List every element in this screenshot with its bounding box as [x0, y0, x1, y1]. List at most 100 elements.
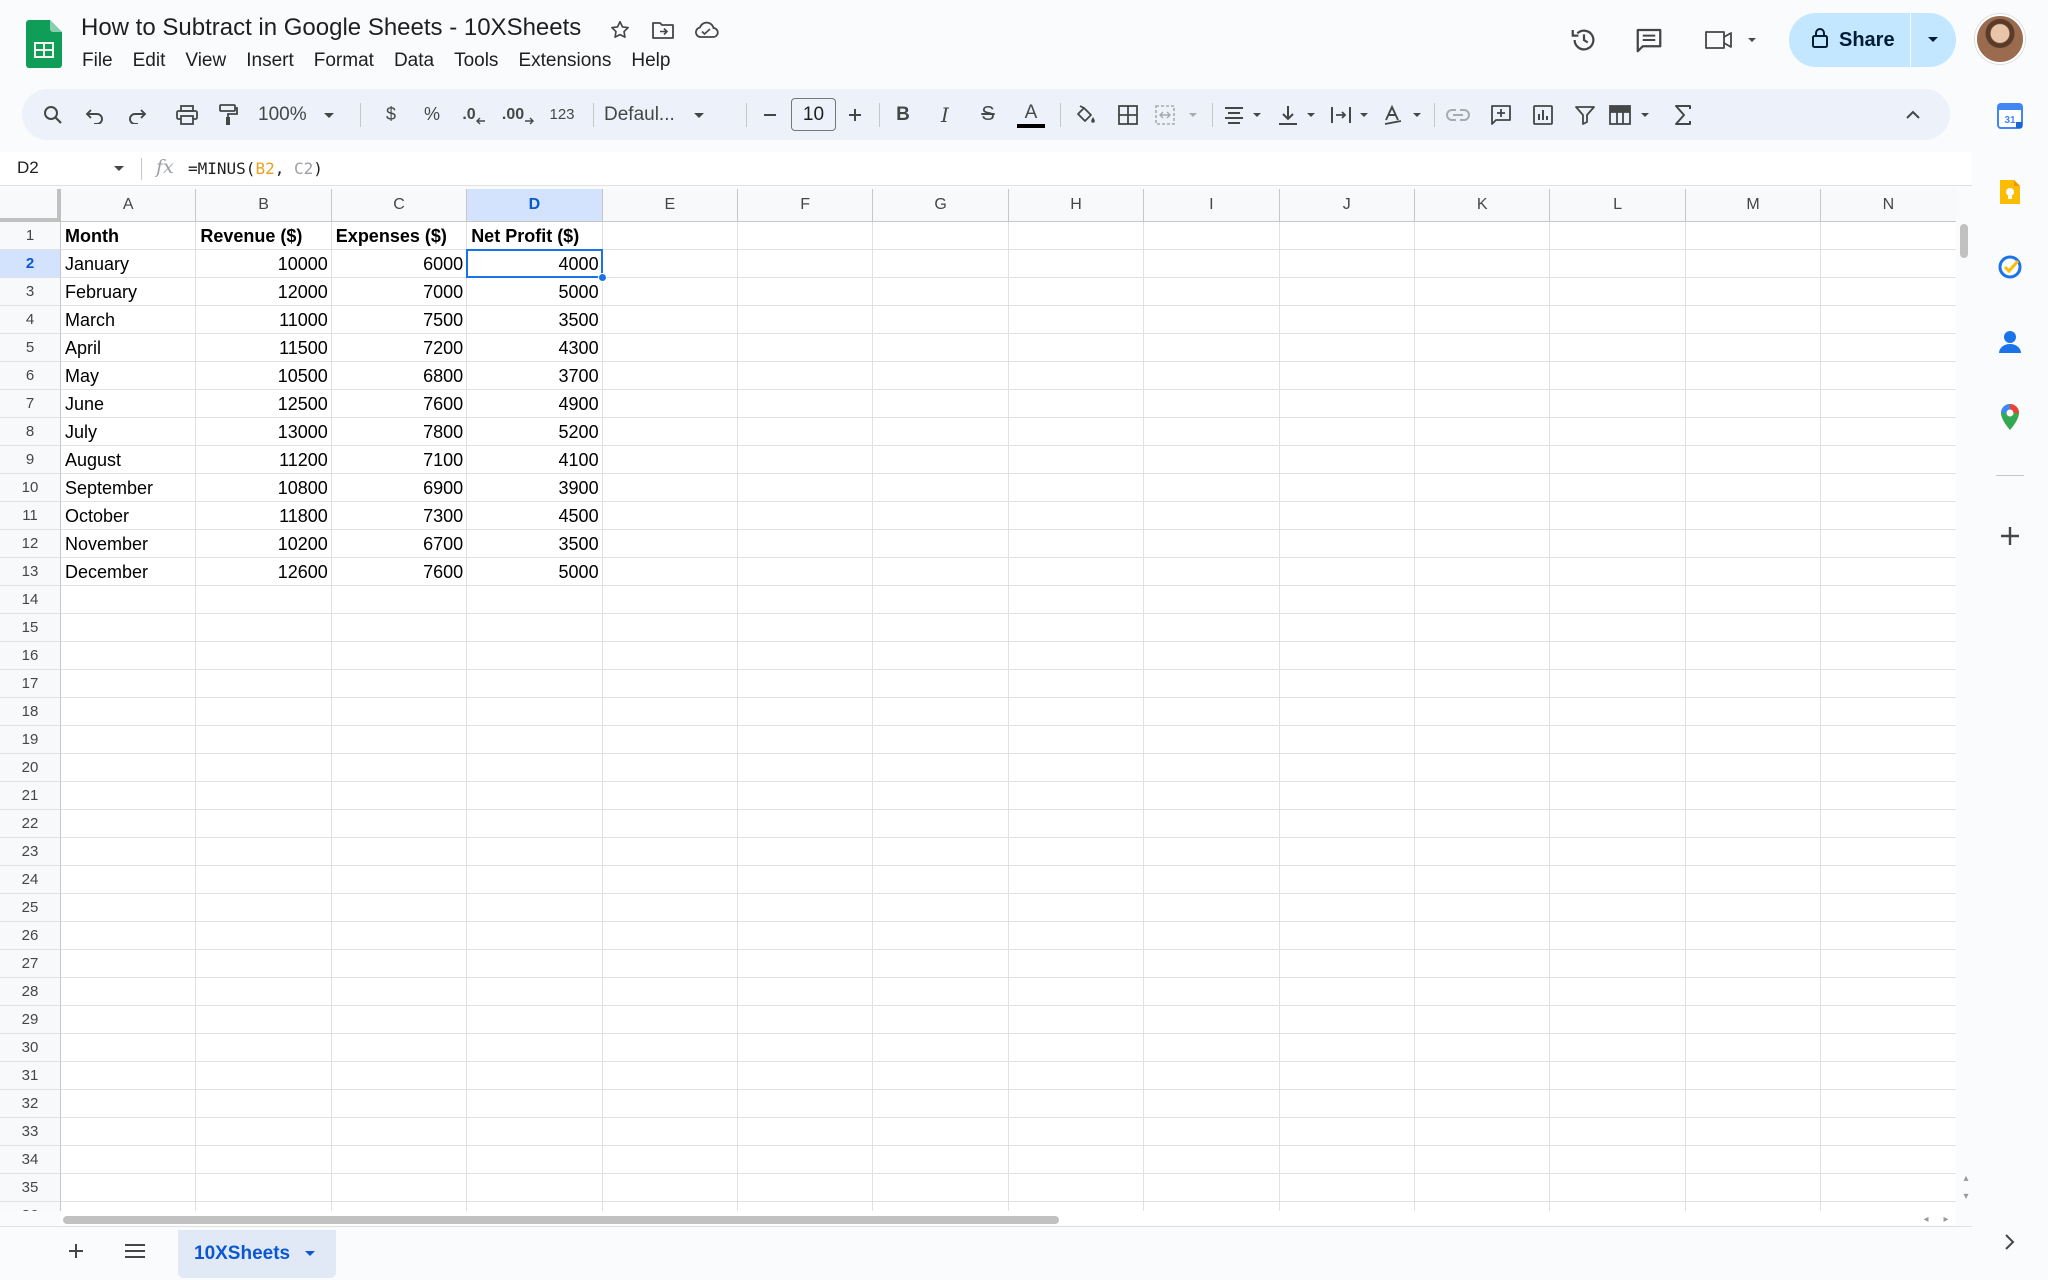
borders-icon[interactable]	[1111, 89, 1145, 140]
column-header-l[interactable]: L	[1550, 189, 1686, 222]
row-header[interactable]: 12	[0, 530, 61, 558]
row-header[interactable]: 13	[0, 558, 61, 586]
show-side-panel-icon[interactable]	[1972, 1222, 2048, 1262]
row-header[interactable]: 19	[0, 726, 61, 754]
cell-d4[interactable]: 3500	[467, 306, 602, 334]
comments-icon[interactable]	[1627, 18, 1671, 62]
zoom-select[interactable]: 100%	[258, 89, 342, 140]
cell-d11[interactable]: 4500	[467, 502, 602, 530]
row-header[interactable]: 16	[0, 642, 61, 670]
cell-d7[interactable]: 4900	[467, 390, 602, 418]
insert-comment-icon[interactable]	[1484, 89, 1518, 140]
row-header[interactable]: 9	[0, 446, 61, 474]
cell-d10[interactable]: 3900	[467, 474, 602, 502]
insert-link-icon[interactable]	[1441, 89, 1475, 140]
cell-a10[interactable]: September	[61, 474, 196, 502]
cell-b9[interactable]: 11200	[196, 446, 331, 474]
name-box[interactable]: D2	[17, 158, 39, 178]
move-to-folder-icon[interactable]	[649, 16, 677, 44]
row-header[interactable]: 10	[0, 474, 61, 502]
undo-icon[interactable]	[78, 89, 112, 140]
column-header-g[interactable]: G	[873, 189, 1009, 222]
cell-a9[interactable]: August	[61, 446, 196, 474]
column-header-j[interactable]: J	[1279, 189, 1415, 222]
row-header[interactable]: 1	[0, 222, 61, 250]
vertical-scrollbar-thumb[interactable]	[1960, 224, 1968, 258]
star-icon[interactable]	[606, 16, 634, 44]
row-header[interactable]: 14	[0, 586, 61, 614]
increase-decimal-button[interactable]: .00	[498, 89, 538, 140]
menu-tools[interactable]: Tools	[444, 48, 508, 74]
cell-b5[interactable]: 11500	[196, 334, 331, 362]
meet-icon[interactable]	[1702, 18, 1764, 62]
sheet-tab-dropdown-icon[interactable]	[304, 1245, 316, 1263]
cell-d8[interactable]: 5200	[467, 418, 602, 446]
cell-c10[interactable]: 6900	[332, 474, 467, 502]
row-header[interactable]: 6	[0, 362, 61, 390]
sheets-logo-icon[interactable]	[26, 20, 62, 68]
row-header[interactable]: 5	[0, 334, 61, 362]
cell-d13[interactable]: 5000	[467, 558, 602, 586]
contacts-icon[interactable]	[1972, 322, 2048, 362]
menu-extensions[interactable]: Extensions	[508, 48, 621, 74]
font-size-input[interactable]: 10	[791, 98, 836, 131]
column-header-f[interactable]: F	[738, 189, 874, 222]
cell-c5[interactable]: 7200	[332, 334, 467, 362]
row-header[interactable]: 35	[0, 1174, 61, 1202]
row-header[interactable]: 22	[0, 810, 61, 838]
column-header-h[interactable]: H	[1008, 189, 1145, 222]
row-header[interactable]: 23	[0, 838, 61, 866]
cell-a3[interactable]: February	[61, 278, 196, 306]
cell-b10[interactable]: 10800	[196, 474, 331, 502]
create-filter-icon[interactable]	[1568, 89, 1602, 140]
menu-view[interactable]: View	[175, 48, 236, 74]
row-header[interactable]: 25	[0, 894, 61, 922]
cell-b8[interactable]: 13000	[196, 418, 331, 446]
cell-c8[interactable]: 7800	[332, 418, 467, 446]
decrease-font-size-icon[interactable]	[755, 89, 785, 140]
row-header[interactable]: 7	[0, 390, 61, 418]
cell-b1[interactable]: Revenue ($)	[196, 222, 331, 250]
more-formats-button[interactable]: 123	[542, 89, 582, 140]
search-menus-icon[interactable]	[36, 89, 70, 140]
cell-b3[interactable]: 12000	[196, 278, 331, 306]
cell-a8[interactable]: July	[61, 418, 196, 446]
row-header[interactable]: 32	[0, 1090, 61, 1118]
sheet-tab-10xsheets[interactable]: 10XSheets	[178, 1230, 336, 1278]
vertical-align-icon[interactable]	[1275, 89, 1321, 140]
cell-d1[interactable]: Net Profit ($)	[467, 222, 622, 250]
cell-a6[interactable]: May	[61, 362, 196, 390]
cell-c1[interactable]: Expenses ($)	[332, 222, 467, 250]
document-title[interactable]: How to Subtract in Google Sheets - 10XSh…	[81, 14, 581, 42]
fill-color-icon[interactable]	[1068, 89, 1102, 140]
cell-d9[interactable]: 4100	[467, 446, 602, 474]
row-header[interactable]: 11	[0, 502, 61, 530]
cell-c6[interactable]: 6800	[332, 362, 467, 390]
cell-a7[interactable]: June	[61, 390, 196, 418]
functions-icon[interactable]	[1666, 89, 1700, 140]
row-header[interactable]: 29	[0, 1006, 61, 1034]
cell-b7[interactable]: 12500	[196, 390, 331, 418]
insert-chart-icon[interactable]	[1526, 89, 1560, 140]
cell-a5[interactable]: April	[61, 334, 196, 362]
keep-icon[interactable]	[1972, 172, 2048, 212]
cell-c2[interactable]: 6000	[332, 250, 467, 278]
cell-b11[interactable]: 11800	[196, 502, 331, 530]
menu-help[interactable]: Help	[621, 48, 680, 74]
cell-b12[interactable]: 10200	[196, 530, 331, 558]
column-header-b[interactable]: B	[196, 189, 332, 222]
cell-d12[interactable]: 3500	[467, 530, 602, 558]
column-header-n[interactable]: N	[1821, 189, 1956, 222]
cell-c12[interactable]: 6700	[332, 530, 467, 558]
format-currency-button[interactable]: $	[374, 89, 408, 140]
redo-icon[interactable]	[120, 89, 154, 140]
row-header[interactable]: 31	[0, 1062, 61, 1090]
menu-insert[interactable]: Insert	[236, 48, 304, 74]
row-header[interactable]: 26	[0, 922, 61, 950]
vertical-scroll-arrows-icon[interactable]: ▴ ▾	[1960, 1170, 1972, 1206]
row-header[interactable]: 33	[0, 1118, 61, 1146]
text-wrapping-icon[interactable]	[1328, 89, 1374, 140]
bold-button[interactable]: B	[886, 89, 920, 140]
text-color-button[interactable]: A	[1013, 89, 1049, 140]
cell-b4[interactable]: 11000	[196, 306, 331, 334]
